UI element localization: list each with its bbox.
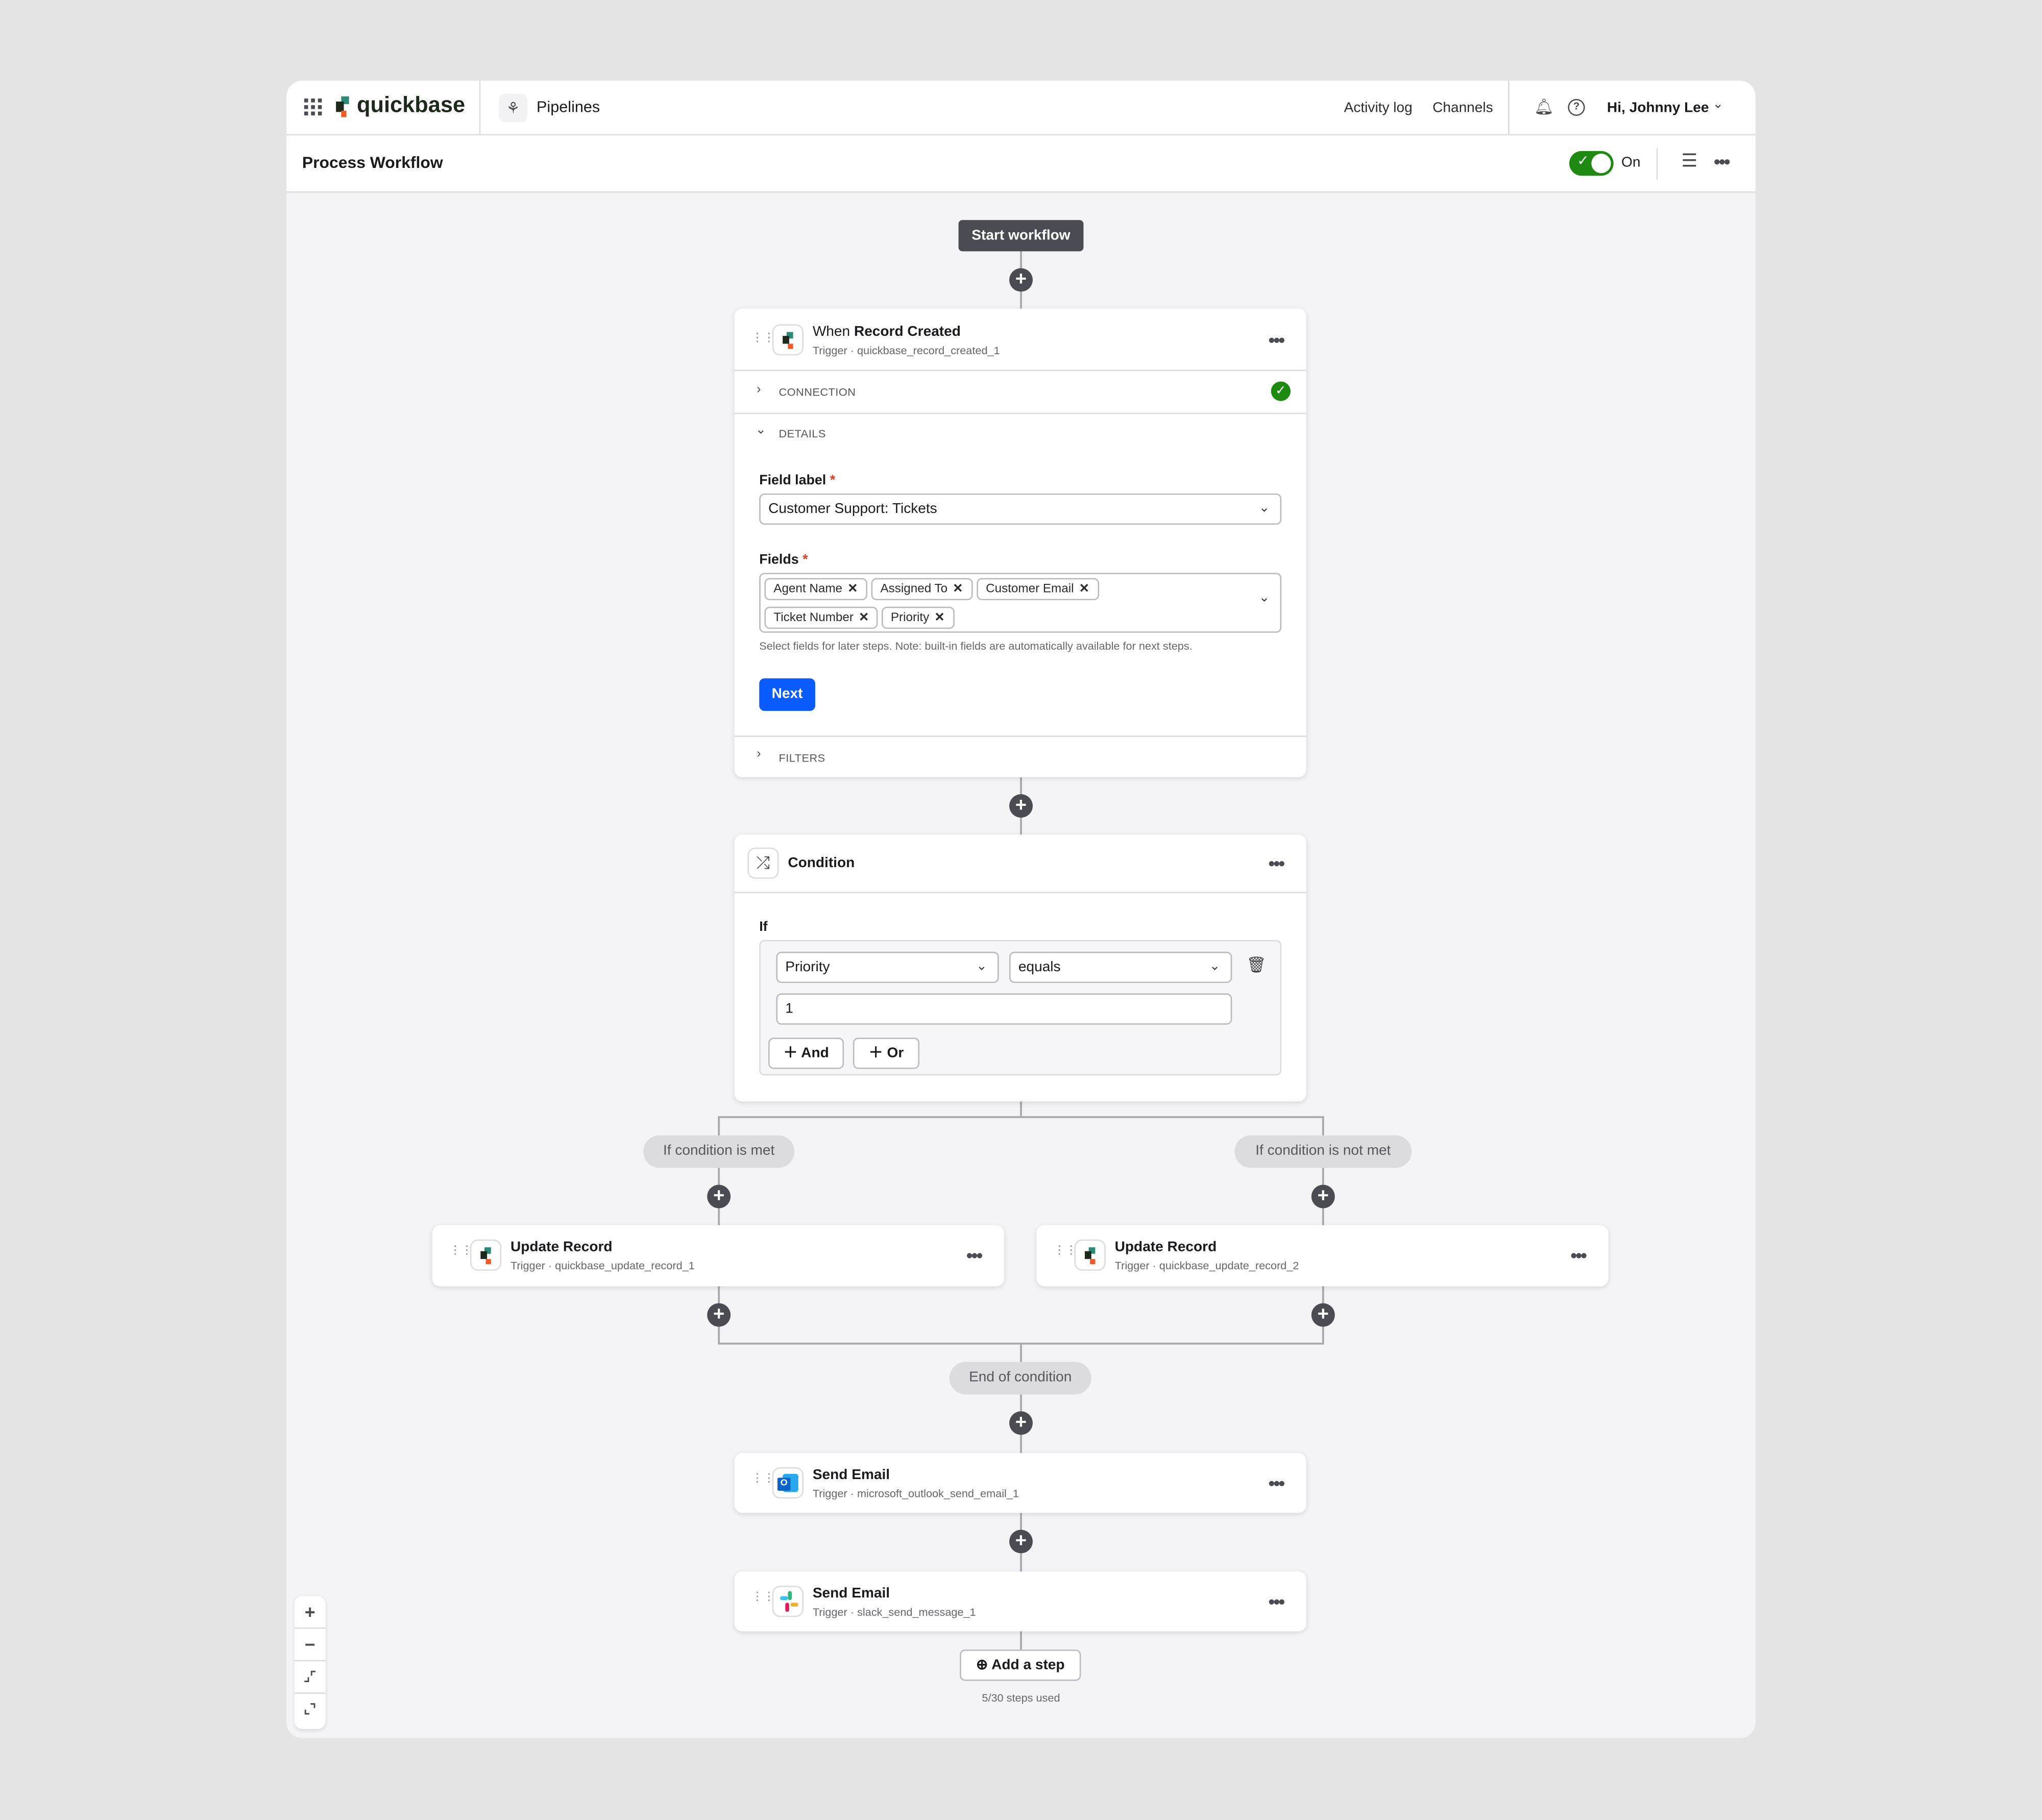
remove-icon[interactable]: ✕ [1079, 582, 1089, 596]
trigger-subtitle: Trigger · quickbase_record_created_1 [812, 343, 1000, 357]
field-select[interactable]: Priority ⌄ [776, 951, 999, 983]
step-subtitle: Trigger · microsoft_outlook_send_email_1 [812, 1487, 1019, 1500]
start-workflow-label: Start workflow [958, 220, 1084, 252]
more-icon[interactable]: ••• [966, 1245, 983, 1266]
connection-label: CONNECTION [779, 385, 856, 399]
trigger-title-prefix: When [812, 324, 854, 340]
condition-card: ⤮ Condition ••• If Priority ⌄ equals ⌄ 🗑︎ … [734, 834, 1306, 1102]
more-icon[interactable]: ••• [1269, 1591, 1285, 1612]
details-section-toggle[interactable]: ⌄ DETAILS [735, 414, 1306, 453]
steps-used-text: 5/30 steps used [982, 1691, 1060, 1705]
drag-handle-icon[interactable]: ⋮⋮ [449, 1244, 473, 1256]
add-or-button[interactable]: ＋ Or [853, 1038, 920, 1069]
field-label-select[interactable]: Customer Support: Tickets ⌄ [759, 493, 1282, 525]
connection-section-toggle[interactable]: › CONNECTION ✓ [735, 371, 1306, 413]
field-label-label: Field label [759, 473, 826, 488]
success-check-icon: ✓ [1271, 381, 1291, 401]
remove-icon[interactable]: ✕ [953, 582, 963, 596]
step-title: Send Email [812, 1467, 890, 1483]
shuffle-icon: ⤮ [747, 847, 779, 879]
zoom-controls: + − ⌟⌜ ⌞⌝ [294, 1596, 326, 1729]
step-title: Update Record [1114, 1239, 1217, 1256]
collapse-icon[interactable]: ⌟⌜ [294, 1661, 326, 1694]
step-title: Send Email [812, 1586, 890, 1602]
field-chip[interactable]: Customer Email ✕ [977, 578, 1099, 601]
add-step-plus-icon[interactable]: + [707, 1185, 731, 1209]
step-title: Update Record [510, 1239, 613, 1256]
quickbase-app-icon [470, 1239, 502, 1271]
quickbase-app-icon [772, 324, 804, 356]
add-step-plus-icon[interactable]: + [1009, 1530, 1033, 1554]
drag-handle-icon[interactable]: ⋮⋮ [751, 1472, 775, 1484]
next-button[interactable]: Next [759, 678, 815, 711]
step-subtitle: Trigger · quickbase_update_record_2 [1114, 1259, 1299, 1272]
zoom-out-icon[interactable]: − [294, 1629, 326, 1662]
drag-handle-icon[interactable]: ⋮⋮ [751, 331, 775, 343]
drag-handle-icon[interactable]: ⋮⋮ [1054, 1244, 1077, 1256]
drag-handle-icon[interactable]: ⋮⋮ [751, 1590, 775, 1602]
send-email-card[interactable]: ⋮⋮ Send Email Trigger · slack_send_messa… [734, 1571, 1306, 1632]
more-icon[interactable]: ••• [1571, 1245, 1587, 1266]
add-step-plus-icon[interactable]: + [1009, 794, 1033, 818]
field-chip[interactable]: Assigned To ✕ [871, 578, 973, 601]
quickbase-app-icon [1074, 1239, 1106, 1271]
operator-select[interactable]: equals ⌄ [1009, 951, 1232, 983]
add-a-step-button[interactable]: ⊕ Add a step [960, 1650, 1081, 1681]
chevron-down-icon: ⌄ [1258, 501, 1270, 516]
field-chip[interactable]: Ticket Number ✕ [764, 606, 879, 629]
value-input[interactable]: 1 [776, 993, 1232, 1025]
update-record-card[interactable]: ⋮⋮ Update Record Trigger · quickbase_upd… [1036, 1225, 1609, 1287]
plus-circle-icon: ⊕ [976, 1657, 988, 1674]
filters-label: FILTERS [779, 751, 825, 765]
add-and-button[interactable]: ＋ And [768, 1038, 844, 1069]
slack-icon [772, 1586, 804, 1617]
remove-icon[interactable]: ✕ [859, 610, 869, 625]
outlook-icon: O [772, 1467, 804, 1499]
more-icon[interactable]: ••• [1269, 1472, 1285, 1493]
add-step-plus-icon[interactable]: + [1311, 1303, 1335, 1327]
more-icon[interactable]: ••• [1269, 853, 1285, 874]
fit-view-icon[interactable]: ⌞⌝ [295, 1694, 326, 1727]
trash-icon[interactable]: 🗑︎ [1246, 955, 1266, 974]
remove-icon[interactable]: ✕ [935, 610, 945, 625]
field-chip[interactable]: Priority ✕ [882, 606, 954, 629]
remove-icon[interactable]: ✕ [847, 582, 858, 596]
end-of-condition-label: End of condition [949, 1362, 1091, 1395]
chevron-right-icon: › [757, 747, 761, 762]
condition-title: Condition [788, 855, 855, 871]
chevron-right-icon: › [757, 382, 761, 398]
field-label-value: Customer Support: Tickets [768, 501, 937, 517]
chevron-down-icon: ⌄ [755, 423, 766, 438]
app-window: ▪▪▪ ▪▪▪ ▪▪▪ quickbase ⚘ Pipelines Activity… [286, 81, 1756, 1738]
step-subtitle: Trigger · slack_send_message_1 [812, 1605, 976, 1618]
condition-group: Priority ⌄ equals ⌄ 🗑︎ 1 ＋ And ＋ Or [759, 940, 1282, 1076]
details-label: DETAILS [779, 427, 826, 440]
send-email-card[interactable]: ⋮⋮ O Send Email Trigger · microsoft_outl… [734, 1453, 1306, 1513]
more-icon[interactable]: ••• [1269, 329, 1285, 350]
add-step-plus-icon[interactable]: + [1311, 1185, 1335, 1209]
trigger-title: Record Created [854, 324, 961, 340]
update-record-card[interactable]: ⋮⋮ Update Record Trigger · quickbase_upd… [432, 1225, 1004, 1287]
fields-label: Fields [759, 552, 799, 568]
field-chip[interactable]: Agent Name ✕ [764, 578, 867, 601]
zoom-in-icon[interactable]: + [294, 1596, 326, 1629]
if-label: If [759, 919, 768, 935]
add-step-plus-icon[interactable]: + [707, 1303, 731, 1327]
fields-helper-text: Select fields for later steps. Note: bui… [759, 639, 1193, 653]
add-step-plus-icon[interactable]: + [1009, 268, 1033, 292]
filters-section-toggle[interactable]: › FILTERS [735, 737, 1306, 777]
add-step-plus-icon[interactable]: + [1009, 1411, 1033, 1435]
fields-multiselect[interactable]: Agent Name ✕ Assigned To ✕ Customer Email ✕… [759, 573, 1282, 633]
trigger-card: ⋮⋮ When Record Created Trigger · quickba… [734, 308, 1306, 777]
step-subtitle: Trigger · quickbase_update_record_1 [510, 1259, 695, 1272]
branch-not-met-label: If condition is not met [1234, 1135, 1412, 1168]
branch-met-label: If condition is met [643, 1135, 795, 1168]
chevron-down-icon: ⌄ [1258, 591, 1270, 606]
